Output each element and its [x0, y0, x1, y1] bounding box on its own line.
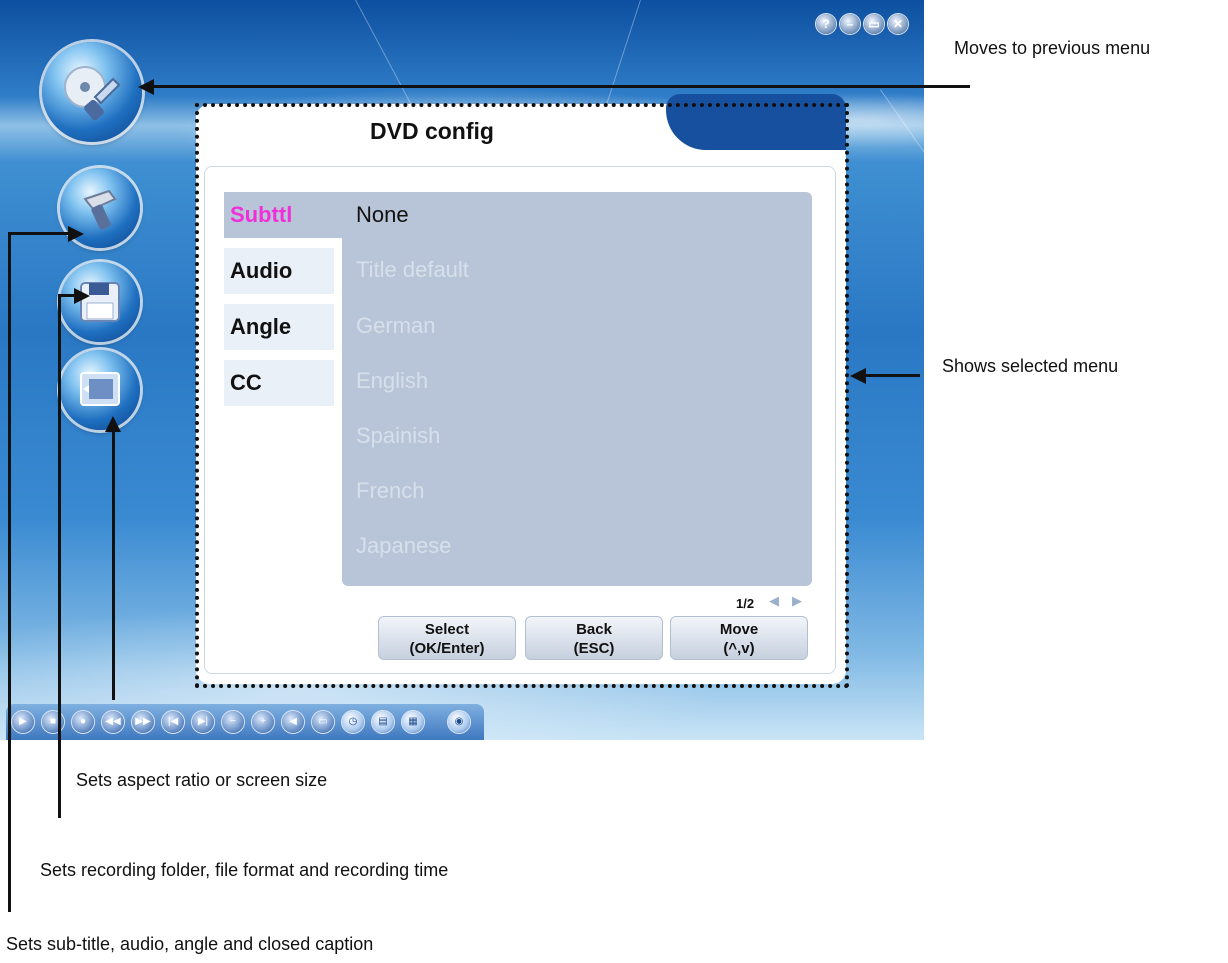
next-icon[interactable]: ▶| — [192, 711, 214, 733]
callout-line — [112, 428, 115, 700]
prev-icon[interactable]: |◀ — [162, 711, 184, 733]
folder-icon[interactable]: ▤ — [372, 711, 394, 733]
arrow-head-icon — [105, 416, 121, 432]
previous-menu-button[interactable] — [42, 42, 142, 142]
callout-line — [152, 85, 970, 88]
close-icon[interactable]: ✕ — [888, 14, 908, 34]
forward-icon[interactable]: ▶▶ — [132, 711, 154, 733]
callout-line — [8, 232, 72, 235]
aspect-ratio-button[interactable] — [60, 350, 140, 430]
mute-icon[interactable]: ◀ — [282, 711, 304, 733]
callout-line — [58, 294, 61, 818]
note-previous-menu: Moves to previous menu — [954, 38, 1151, 58]
arrow-head-icon — [68, 226, 84, 242]
callout-line — [8, 232, 11, 912]
screen-icon[interactable]: ▭ — [312, 711, 334, 733]
volume-up-icon[interactable]: + — [252, 711, 274, 733]
help-icon[interactable]: ? — [816, 14, 836, 34]
volume-down-icon[interactable]: − — [222, 711, 244, 733]
note-selected-menu: Shows selected menu — [942, 356, 1119, 376]
play-icon[interactable]: ▶ — [12, 711, 34, 733]
restore-icon[interactable]: ▭ — [864, 14, 884, 34]
arrow-head-icon — [138, 79, 154, 95]
recording-settings-button[interactable] — [60, 262, 140, 342]
note-recording: Sets recording folder, file format and r… — [40, 860, 449, 880]
callout-line — [864, 374, 920, 377]
dvd-tools-icon — [64, 66, 121, 121]
rewind-icon[interactable]: ◀◀ — [102, 711, 124, 733]
note-aspect-ratio: Sets aspect ratio or screen size — [76, 770, 328, 790]
selected-menu-frame — [195, 103, 849, 688]
arrow-head-icon — [850, 368, 866, 384]
settings-icon[interactable]: ◉ — [448, 711, 470, 733]
record-icon[interactable]: ● — [72, 711, 94, 733]
timer-icon[interactable]: ◷ — [342, 711, 364, 733]
screen-size-icon — [80, 372, 120, 406]
keyboard-icon[interactable]: ▦ — [402, 711, 424, 733]
note-subtitle-audio: Sets sub-title, audio, angle and closed … — [6, 934, 374, 954]
arrow-head-icon — [74, 288, 90, 304]
minimize-icon[interactable]: – — [840, 14, 860, 34]
